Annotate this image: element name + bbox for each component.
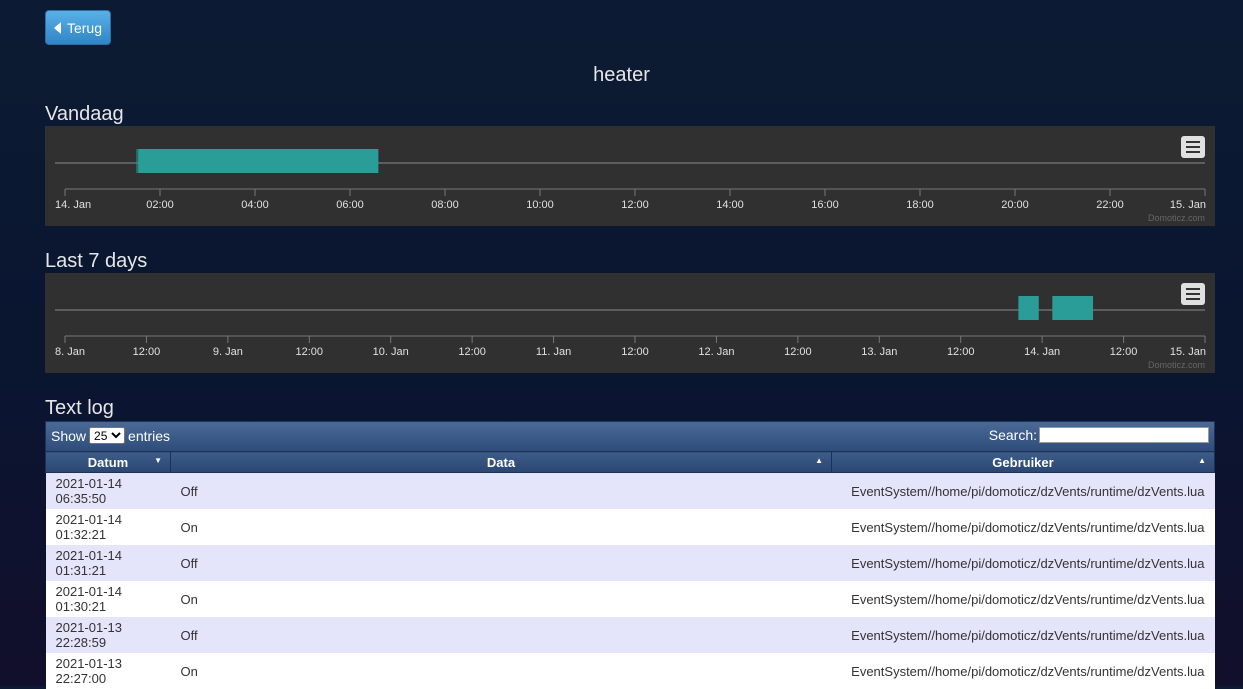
menu-icon[interactable] [1181, 136, 1205, 158]
cell-datum: 2021-01-14 01:30:21 [45, 581, 171, 617]
x-tick-label: 12:00 [621, 346, 649, 358]
x-tick-label: 12:00 [621, 199, 649, 211]
x-tick-label: 11. Jan [536, 346, 571, 358]
x-tick-label: 12:00 [947, 346, 975, 358]
menu-icon[interactable] [1181, 283, 1205, 305]
table-row[interactable]: 2021-01-13 22:27:00 On EventSystem//home/pi… [45, 653, 1215, 689]
cell-gebruiker: EventSystem//home/pi/domoticz/dzVents/ru… [831, 545, 1215, 581]
x-tick-label: 9. Jan [213, 346, 243, 358]
cell-data: On [170, 509, 832, 545]
show-label: Show [51, 427, 87, 444]
sort-desc-icon: ▼ [154, 456, 162, 465]
page-size-control: Show 25 entries [51, 427, 170, 444]
on-interval-bar[interactable] [138, 149, 379, 173]
x-tick-label: 12. Jan [698, 346, 734, 358]
x-tick-label: 14:00 [716, 199, 744, 211]
column-header-gebruiker[interactable]: Gebruiker ▲ [831, 451, 1215, 473]
column-header-datum[interactable]: Datum ▼ [45, 451, 171, 473]
x-tick-label: 15. Jan [1170, 346, 1206, 358]
x-tick-label: 22:00 [1096, 199, 1124, 211]
search-control: Search: [989, 427, 1209, 443]
section-title-log: Text log [45, 397, 114, 419]
x-tick-label: 10. Jan [373, 346, 409, 358]
chart-credit[interactable]: Domoticz.com [1148, 213, 1205, 223]
on-interval-bar[interactable] [136, 149, 138, 173]
x-tick-label: 12:00 [1110, 346, 1138, 358]
x-tick-label: 02:00 [146, 199, 174, 211]
x-tick-label: 16:00 [811, 199, 839, 211]
table-row[interactable]: 2021-01-13 22:28:59 Off EventSystem//home/p… [45, 617, 1215, 653]
cell-gebruiker: EventSystem//home/pi/domoticz/dzVents/ru… [831, 472, 1215, 509]
log-toolbar: Show 25 entries Search: [45, 421, 1215, 451]
cell-gebruiker: EventSystem//home/pi/domoticz/dzVents/ru… [831, 617, 1215, 653]
table-row[interactable]: 2021-01-14 06:35:50 Off EventSystem//home/p… [45, 472, 1215, 509]
cell-data: On [170, 581, 832, 617]
table-row[interactable]: 2021-01-14 01:30:21 On EventSystem//home/pi… [45, 581, 1215, 617]
chart-today-svg: 14. Jan 02:00 04:00 06:00 08:00 10:00 12:00 14:… [55, 149, 1206, 211]
cell-datum: 2021-01-14 01:32:21 [45, 509, 171, 545]
search-input[interactable] [1039, 427, 1209, 443]
x-tick-label: 18:00 [906, 199, 934, 211]
cell-data: Off [170, 617, 832, 653]
x-tick-label: 08:00 [431, 199, 459, 211]
cell-gebruiker: EventSystem//home/pi/domoticz/dzVents/ru… [831, 509, 1215, 545]
x-tick-label: 14. Jan [1024, 346, 1060, 358]
x-tick-label: 04:00 [241, 199, 269, 211]
column-header-data[interactable]: Data ▲ [170, 451, 832, 473]
cell-datum: 2021-01-14 06:35:50 [45, 472, 171, 509]
sort-asc-icon: ▲ [815, 456, 823, 465]
on-interval-bar[interactable] [1018, 296, 1039, 320]
search-label: Search: [988, 427, 1037, 443]
chart-week-svg: 8. Jan 12:00 9. Jan 12:00 10. Jan 12:00 11. Ja… [55, 296, 1206, 358]
page-title: heater [593, 64, 650, 86]
table-row[interactable]: 2021-01-14 01:32:21 On EventSystem//home/pi… [45, 509, 1215, 545]
x-tick-label: 15. Jan [1170, 199, 1206, 211]
sort-asc-icon: ▲ [1198, 456, 1206, 465]
chart-week: 8. Jan 12:00 9. Jan 12:00 10. Jan 12:00 11. Ja… [45, 273, 1215, 373]
x-tick-label: 8. Jan [55, 346, 85, 358]
cell-datum: 2021-01-13 22:27:00 [45, 653, 171, 689]
table-row[interactable]: 2021-01-14 01:31:21 Off EventSystem//home/p… [45, 545, 1215, 581]
cell-gebruiker: EventSystem//home/pi/domoticz/dzVents/ru… [831, 653, 1215, 689]
cell-data: Off [170, 472, 832, 509]
back-button[interactable]: Terug [45, 10, 111, 45]
section-title-week: Last 7 days [45, 250, 148, 272]
x-tick-label: 20:00 [1001, 199, 1029, 211]
entries-label: entries [128, 427, 171, 444]
back-button-label: Terug [66, 19, 103, 36]
on-interval-bar[interactable] [1052, 296, 1094, 320]
cell-datum: 2021-01-13 22:28:59 [45, 617, 171, 653]
x-tick-label: 10:00 [526, 199, 554, 211]
cell-data: On [170, 653, 832, 689]
chart-today: 14. Jan 02:00 04:00 06:00 08:00 10:00 12:00 14:… [45, 126, 1215, 226]
page-size-select[interactable]: 25 [89, 427, 126, 444]
cell-datum: 2021-01-14 01:31:21 [45, 545, 171, 581]
cell-data: Off [170, 545, 832, 581]
section-title-today: Vandaag [45, 103, 124, 125]
cell-gebruiker: EventSystem//home/pi/domoticz/dzVents/ru… [831, 581, 1215, 617]
x-tick-label: 12:00 [133, 346, 161, 358]
x-tick-label: 13. Jan [861, 346, 897, 358]
log-table: Datum ▼ Data ▲ Gebruiker ▲ 2021-01-14 06:35:… [45, 451, 1215, 689]
x-tick-label: 12:00 [458, 346, 486, 358]
chart-credit[interactable]: Domoticz.com [1148, 360, 1205, 370]
x-tick-label: 06:00 [336, 199, 364, 211]
caret-left-icon [53, 21, 61, 34]
x-tick-label: 14. Jan [55, 199, 91, 211]
x-tick-label: 12:00 [784, 346, 812, 358]
x-tick-label: 12:00 [296, 346, 324, 358]
